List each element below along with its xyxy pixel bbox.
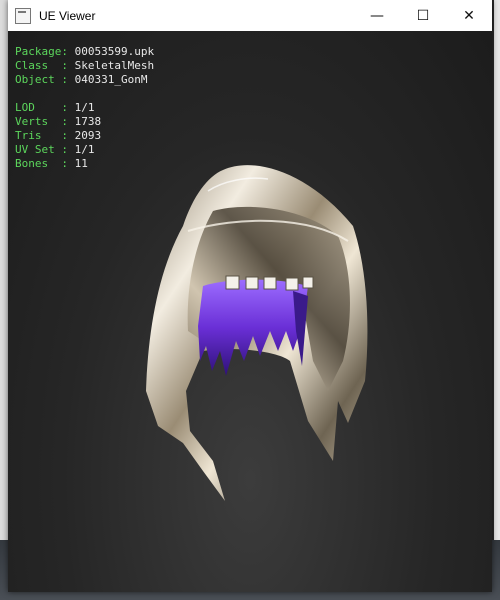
minimize-button[interactable]: — xyxy=(354,0,400,31)
background-right-strip xyxy=(494,0,500,600)
title-bar[interactable]: UE Viewer — ☐ ✕ xyxy=(8,0,492,32)
close-icon: ✕ xyxy=(463,7,475,24)
ue-viewer-window: UE Viewer — ☐ ✕ Package: 00053599.upk Cl… xyxy=(8,0,492,592)
render-viewport[interactable]: Package: 00053599.upk Class : SkeletalMe… xyxy=(8,31,492,592)
close-button[interactable]: ✕ xyxy=(446,0,492,31)
background-left-strip xyxy=(0,0,8,600)
hood-mesh-render xyxy=(146,165,368,501)
window-title: UE Viewer xyxy=(39,8,96,23)
minimize-icon: — xyxy=(370,7,384,24)
maximize-icon: ☐ xyxy=(416,7,430,24)
app-icon xyxy=(15,7,31,24)
maximize-button[interactable]: ☐ xyxy=(400,0,446,31)
